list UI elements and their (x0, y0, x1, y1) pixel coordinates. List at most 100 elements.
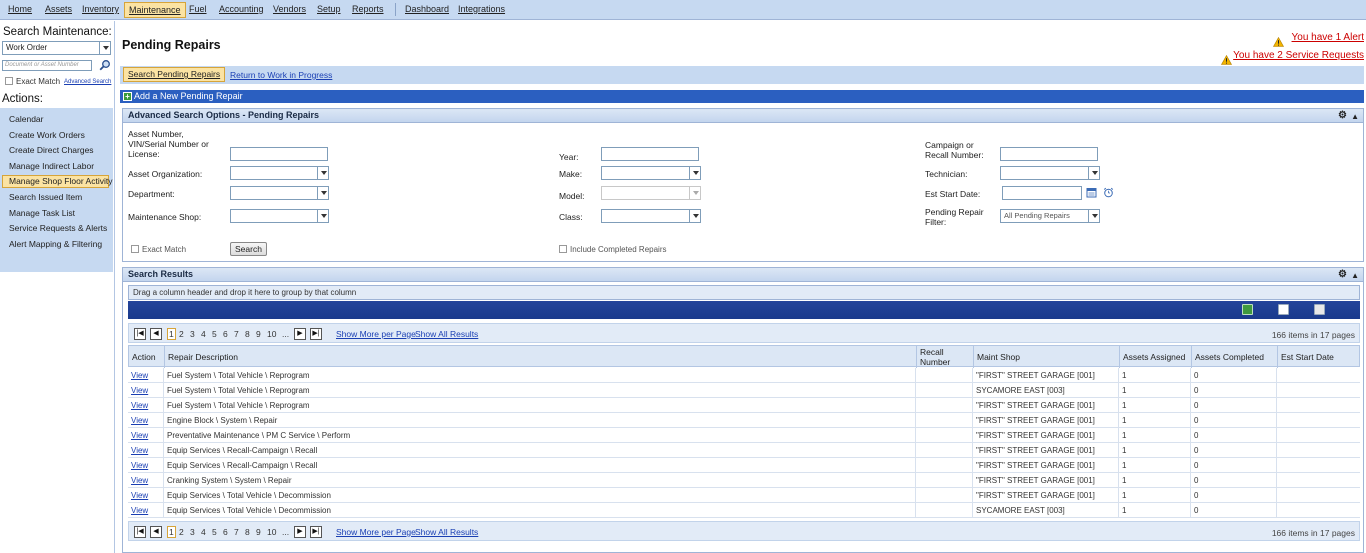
page-4[interactable]: 4 (201, 527, 206, 537)
page-4[interactable]: 4 (201, 329, 206, 339)
search-button[interactable]: Search (230, 242, 267, 256)
department-select[interactable] (230, 186, 329, 200)
prev-page-icon[interactable]: ◀ (150, 526, 162, 538)
class-select[interactable] (601, 209, 701, 223)
next-page-icon[interactable]: ▶ (294, 328, 306, 340)
exact-match-checkbox[interactable] (131, 245, 139, 253)
page-8[interactable]: 8 (245, 527, 250, 537)
action-create-work-orders[interactable]: Create Work Orders (9, 130, 85, 140)
show-all-results-link[interactable]: Show All Results (415, 527, 478, 537)
show-more-per-page-link[interactable]: Show More per Page (336, 527, 416, 537)
nav-integrations[interactable]: Integrations (458, 3, 505, 18)
calendar-icon[interactable] (1086, 187, 1097, 198)
gear-icon[interactable]: ⚙ (1338, 111, 1347, 121)
campaign-input[interactable] (1000, 147, 1098, 161)
asset-org-select[interactable] (230, 166, 329, 180)
chevron-down-icon[interactable] (1088, 167, 1099, 179)
nav-accounting[interactable]: Accounting (219, 3, 264, 18)
view-link[interactable]: View (131, 371, 148, 380)
col-assets-assigned[interactable]: Assets Assigned (1119, 346, 1191, 368)
csv-export-icon[interactable] (1314, 304, 1325, 315)
tab-search-pending-repairs[interactable]: Search Pending Repairs (123, 67, 226, 82)
prev-page-icon[interactable]: ◀ (150, 328, 162, 340)
view-link[interactable]: View (131, 431, 148, 440)
chevron-down-icon[interactable] (317, 210, 328, 222)
chevron-down-icon[interactable] (317, 187, 328, 199)
asset-number-input[interactable] (230, 147, 328, 161)
action-alert-mapping-filtering[interactable]: Alert Mapping & Filtering (9, 239, 102, 249)
show-more-per-page-link[interactable]: Show More per Page (336, 329, 416, 339)
table-row[interactable]: View Equip Services \ Recall-Campaign \ R… (128, 443, 1360, 458)
page-5[interactable]: 5 (212, 329, 217, 339)
action-calendar[interactable]: Calendar (9, 114, 44, 124)
est-start-input[interactable] (1002, 186, 1082, 200)
page-5[interactable]: 5 (212, 527, 217, 537)
nav-vendors[interactable]: Vendors (273, 3, 306, 18)
year-input[interactable] (601, 147, 699, 161)
pdf-export-icon[interactable] (1278, 304, 1289, 315)
view-link[interactable]: View (131, 386, 148, 395)
view-link[interactable]: View (131, 461, 148, 470)
collapse-icon[interactable]: ▲ (1351, 110, 1359, 123)
col-action[interactable]: Action (129, 346, 164, 368)
action-manage-shop-floor-activity[interactable]: Manage Shop Floor Activity (2, 175, 112, 188)
page-3[interactable]: 3 (190, 329, 195, 339)
advanced-search-link[interactable]: Advanced Search (64, 79, 111, 85)
pending-filter-select[interactable]: All Pending Repairs (1000, 209, 1100, 223)
page-2[interactable]: 2 (179, 527, 184, 537)
table-row[interactable]: View Engine Block \ System \ Repair "FIRST… (128, 413, 1360, 428)
nav-assets[interactable]: Assets (45, 3, 72, 18)
view-link[interactable]: View (131, 476, 148, 485)
nav-reports[interactable]: Reports (352, 3, 384, 18)
action-manage-task-list[interactable]: Manage Task List (9, 208, 75, 218)
alerts-link[interactable]: You have 1 Alert (1292, 32, 1364, 43)
chevron-down-icon[interactable] (1088, 210, 1099, 222)
action-service-requests-alerts[interactable]: Service Requests & Alerts (9, 223, 107, 233)
table-row[interactable]: View Fuel System \ Total Vehicle \ Reprog… (128, 398, 1360, 413)
nav-setup[interactable]: Setup (317, 3, 341, 18)
page-8[interactable]: 8 (245, 329, 250, 339)
action-manage-indirect-labor[interactable]: Manage Indirect Labor (9, 161, 94, 171)
page-more[interactable]: ... (282, 527, 289, 537)
document-search-input[interactable]: Document or Asset Number (2, 60, 92, 71)
search-icon[interactable] (99, 59, 111, 71)
table-row[interactable]: View Preventative Maintenance \ PM C Serv… (128, 428, 1360, 443)
action-search-issued-item[interactable]: Search Issued Item (9, 192, 82, 202)
chevron-down-icon[interactable] (317, 167, 328, 179)
action-create-direct-charges[interactable]: Create Direct Charges (9, 145, 94, 155)
page-1[interactable]: 1 (167, 328, 176, 340)
chevron-down-icon[interactable] (689, 167, 700, 179)
page-9[interactable]: 9 (256, 329, 261, 339)
chevron-down-icon[interactable] (689, 187, 700, 199)
first-page-icon[interactable]: |◀ (134, 328, 146, 340)
make-select[interactable] (601, 166, 701, 180)
view-link[interactable]: View (131, 506, 148, 515)
service-requests-link[interactable]: You have 2 Service Requests (1233, 50, 1364, 61)
show-all-results-link[interactable]: Show All Results (415, 329, 478, 339)
search-type-select[interactable]: Work Order (2, 41, 111, 55)
page-6[interactable]: 6 (223, 527, 228, 537)
page-2[interactable]: 2 (179, 329, 184, 339)
col-repair-description[interactable]: Repair Description (164, 346, 916, 368)
group-by-drop-area[interactable]: Drag a column header and drop it here to… (128, 285, 1360, 300)
chevron-down-icon[interactable] (689, 210, 700, 222)
last-page-icon[interactable]: ▶| (310, 328, 322, 340)
last-page-icon[interactable]: ▶| (310, 526, 322, 538)
nav-home[interactable]: Home (8, 3, 32, 18)
nav-dashboard[interactable]: Dashboard (405, 3, 449, 18)
gear-icon[interactable]: ⚙ (1338, 270, 1347, 280)
technician-select[interactable] (1000, 166, 1100, 180)
page-more[interactable]: ... (282, 329, 289, 339)
table-row[interactable]: View Fuel System \ Total Vehicle \ Reprog… (128, 383, 1360, 398)
view-link[interactable]: View (131, 401, 148, 410)
nav-fuel[interactable]: Fuel (189, 3, 207, 18)
col-assets-completed[interactable]: Assets Completed (1191, 346, 1277, 368)
view-link[interactable]: View (131, 491, 148, 500)
collapse-icon[interactable]: ▲ (1351, 269, 1359, 282)
view-link[interactable]: View (131, 416, 148, 425)
excel-export-icon[interactable] (1242, 304, 1253, 315)
view-link[interactable]: View (131, 446, 148, 455)
alarm-clock-icon[interactable] (1103, 187, 1114, 198)
col-recall-number[interactable]: Recall Number (916, 346, 973, 368)
exact-match-checkbox[interactable] (5, 77, 13, 85)
